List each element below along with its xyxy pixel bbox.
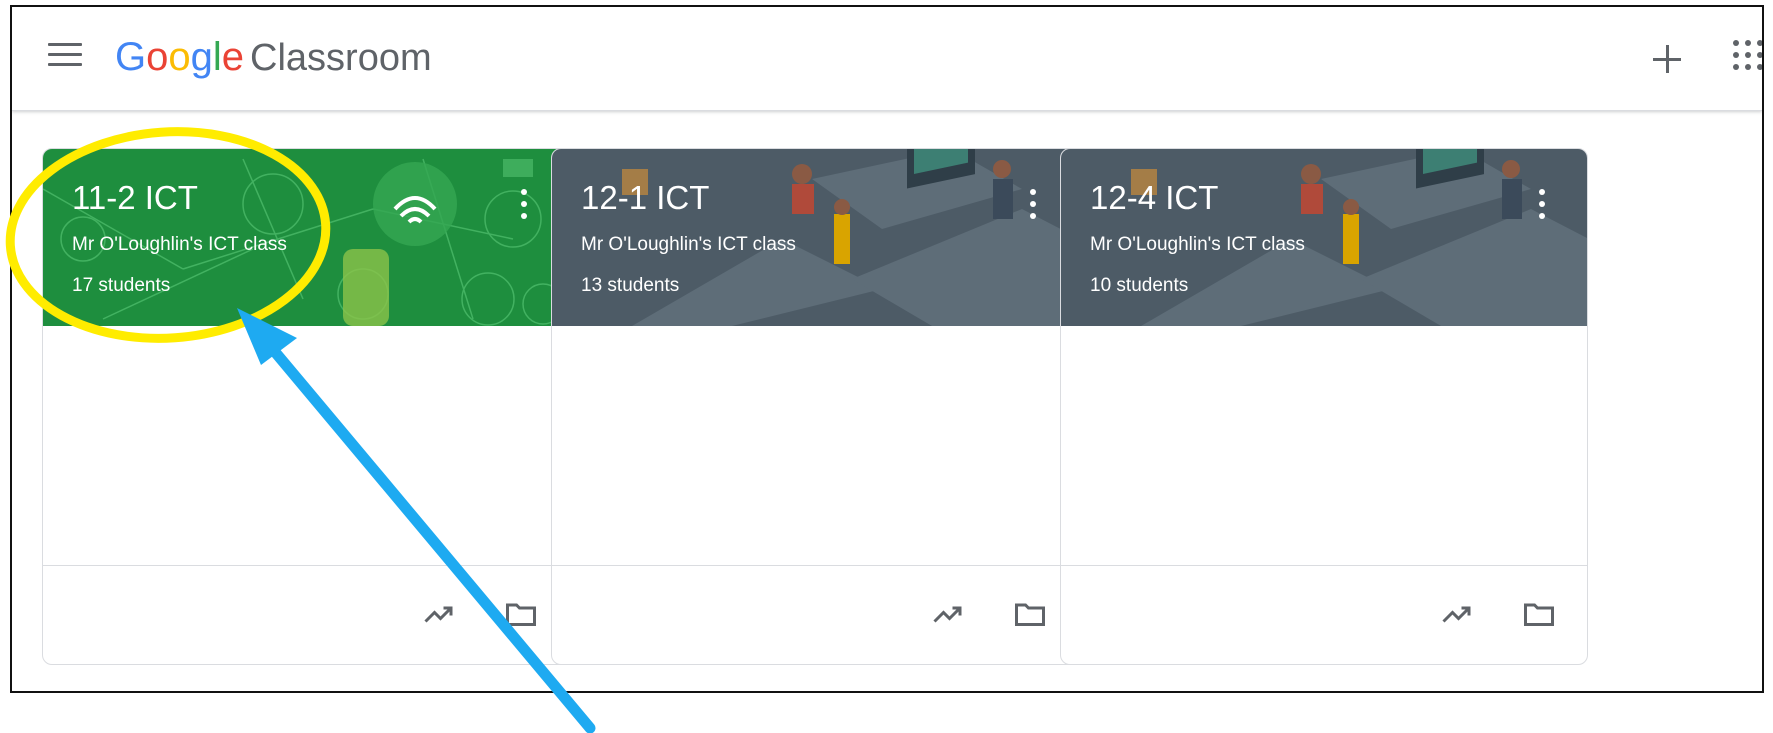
trending-icon[interactable] (930, 596, 966, 632)
class-card-footer (43, 565, 569, 664)
class-teacher: Mr O'Loughlin's ICT class (1090, 234, 1305, 255)
class-card[interactable]: 12-1 ICT Mr O'Loughlin's ICT class 13 st… (551, 148, 1079, 665)
app-window: Google Classroom 11-2 ICT Mr O'Loughlin'… (10, 5, 1764, 693)
brand-letter: g (190, 35, 213, 79)
class-student-count: 13 students (581, 275, 680, 296)
brand-letter: e (221, 35, 245, 79)
class-student-count: 10 students (1090, 275, 1189, 296)
brand-logo[interactable]: Google Classroom (115, 31, 432, 84)
class-title[interactable]: 12-1 ICT (581, 179, 709, 217)
class-card-footer (552, 565, 1078, 664)
product-name: Classroom (250, 37, 432, 79)
more-vert-icon[interactable] (519, 189, 529, 219)
brand-letter: G (115, 35, 147, 79)
top-app-bar: Google Classroom (12, 7, 1762, 111)
class-title[interactable]: 11-2 ICT (72, 179, 198, 217)
brand-letter: l (212, 35, 222, 79)
more-vert-icon[interactable] (1028, 189, 1038, 219)
menu-icon[interactable] (48, 43, 82, 69)
class-card-header[interactable]: 12-4 ICT Mr O'Loughlin's ICT class 10 st… (1061, 149, 1587, 326)
apps-icon[interactable] (1733, 40, 1762, 70)
class-teacher: Mr O'Loughlin's ICT class (581, 234, 796, 255)
class-card-header[interactable]: 12-1 ICT Mr O'Loughlin's ICT class 13 st… (552, 149, 1078, 326)
plus-icon[interactable] (1644, 35, 1690, 81)
class-title[interactable]: 12-4 ICT (1090, 179, 1218, 217)
trending-icon[interactable] (421, 596, 457, 632)
folder-icon[interactable] (1012, 596, 1048, 632)
folder-icon[interactable] (1521, 596, 1557, 632)
class-card-footer (1061, 565, 1587, 664)
class-card[interactable]: 11-2 ICT Mr O'Loughlin's ICT class 17 st… (42, 148, 570, 665)
more-vert-icon[interactable] (1537, 189, 1547, 219)
class-teacher: Mr O'Loughlin's ICT class (72, 234, 287, 255)
class-card[interactable]: 12-4 ICT Mr O'Loughlin's ICT class 10 st… (1060, 148, 1588, 665)
class-card-header[interactable]: 11-2 ICT Mr O'Loughlin's ICT class 17 st… (43, 149, 569, 326)
class-student-count: 17 students (72, 275, 171, 296)
brand-letter: o (146, 35, 169, 79)
trending-icon[interactable] (1439, 596, 1475, 632)
folder-icon[interactable] (503, 596, 539, 632)
brand-letter: o (168, 35, 191, 79)
